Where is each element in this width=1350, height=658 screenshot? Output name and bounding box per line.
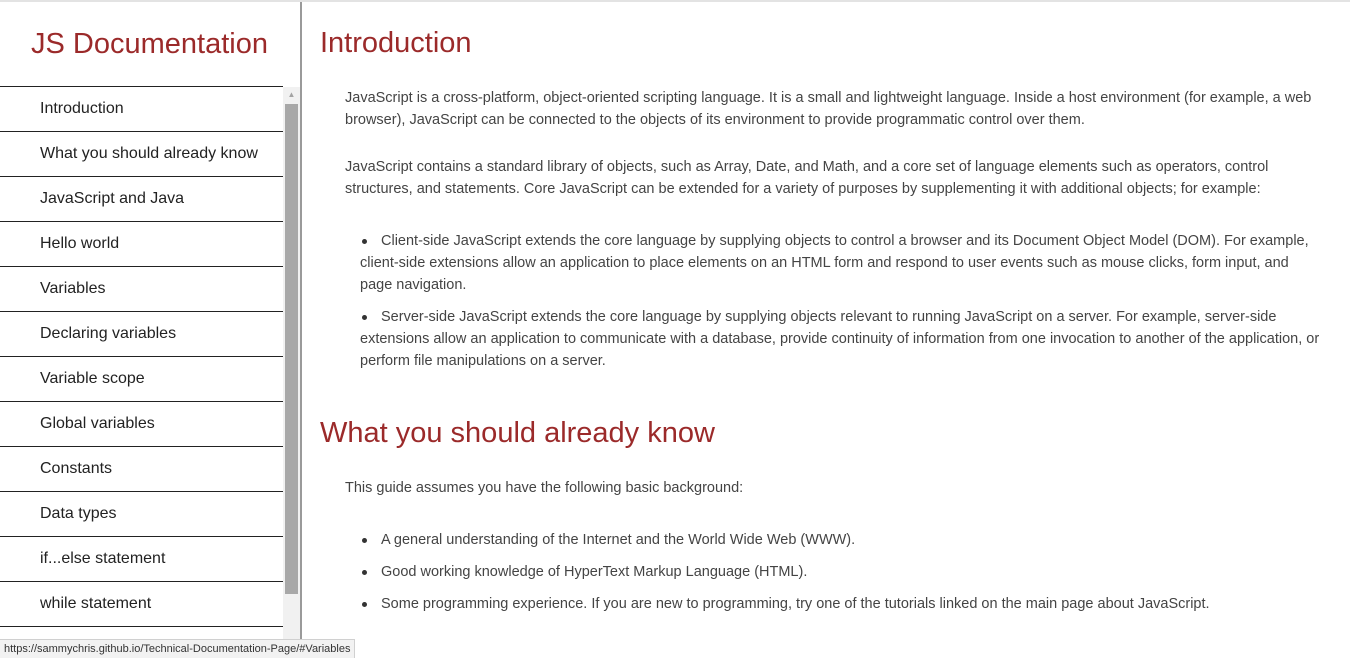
list-item: Some programming experience. If you are …	[360, 593, 1325, 615]
list-item: A general understanding of the Internet …	[360, 529, 1325, 551]
nav-link-javascript-and-java[interactable]: JavaScript and Java	[0, 177, 283, 222]
nav-link-variable-scope[interactable]: Variable scope	[0, 357, 283, 402]
nav-link-declaring-variables[interactable]: Declaring variables	[0, 312, 283, 357]
list-item: Server-side JavaScript extends the core …	[360, 306, 1325, 372]
list-item: Good working knowledge of HyperText Mark…	[360, 561, 1325, 583]
navbar-title: JS Documentation	[0, 2, 283, 87]
nav-link-global-variables[interactable]: Global variables	[0, 402, 283, 447]
nav-link-data-types[interactable]: Data types	[0, 492, 283, 537]
list-item: Client-side JavaScript extends the core …	[360, 230, 1325, 296]
navbar: JS Documentation Introduction What you s…	[0, 2, 300, 657]
status-bar-url: https://sammychris.github.io/Technical-D…	[0, 639, 356, 658]
section-title-introduction: Introduction	[320, 27, 472, 59]
nav-scroll-area: Introduction What you should already kno…	[0, 87, 300, 657]
nav-link-what-you-should-already-know[interactable]: What you should already know	[0, 132, 283, 177]
nav-link-while-statement[interactable]: while statement	[0, 582, 283, 627]
know-bullet-list: A general understanding of the Internet …	[360, 529, 1325, 625]
nav-scrollbar[interactable]: ▲	[283, 87, 300, 657]
know-paragraph-1: This guide assumes you have the followin…	[345, 480, 744, 496]
nav-link-introduction[interactable]: Introduction	[0, 87, 283, 132]
nav-link-variables[interactable]: Variables	[0, 267, 283, 312]
nav-link-if-else-statement[interactable]: if...else statement	[0, 537, 283, 582]
intro-paragraph-2: JavaScript contains a standard library o…	[345, 159, 1269, 197]
nav-list: Introduction What you should already kno…	[0, 87, 283, 627]
section-title-what-you-should-already-know: What you should already know	[320, 417, 715, 449]
nav-link-hello-world[interactable]: Hello world	[0, 222, 283, 267]
scroll-up-arrow-icon[interactable]: ▲	[283, 89, 300, 101]
intro-bullet-list: Client-side JavaScript extends the core …	[360, 230, 1325, 382]
nav-scrollbar-thumb[interactable]	[285, 104, 298, 594]
intro-paragraph-1: JavaScript is a cross-platform, object-o…	[345, 90, 1312, 128]
main-doc: Introduction JavaScript is a cross-platf…	[302, 2, 1350, 657]
nav-link-constants[interactable]: Constants	[0, 447, 283, 492]
